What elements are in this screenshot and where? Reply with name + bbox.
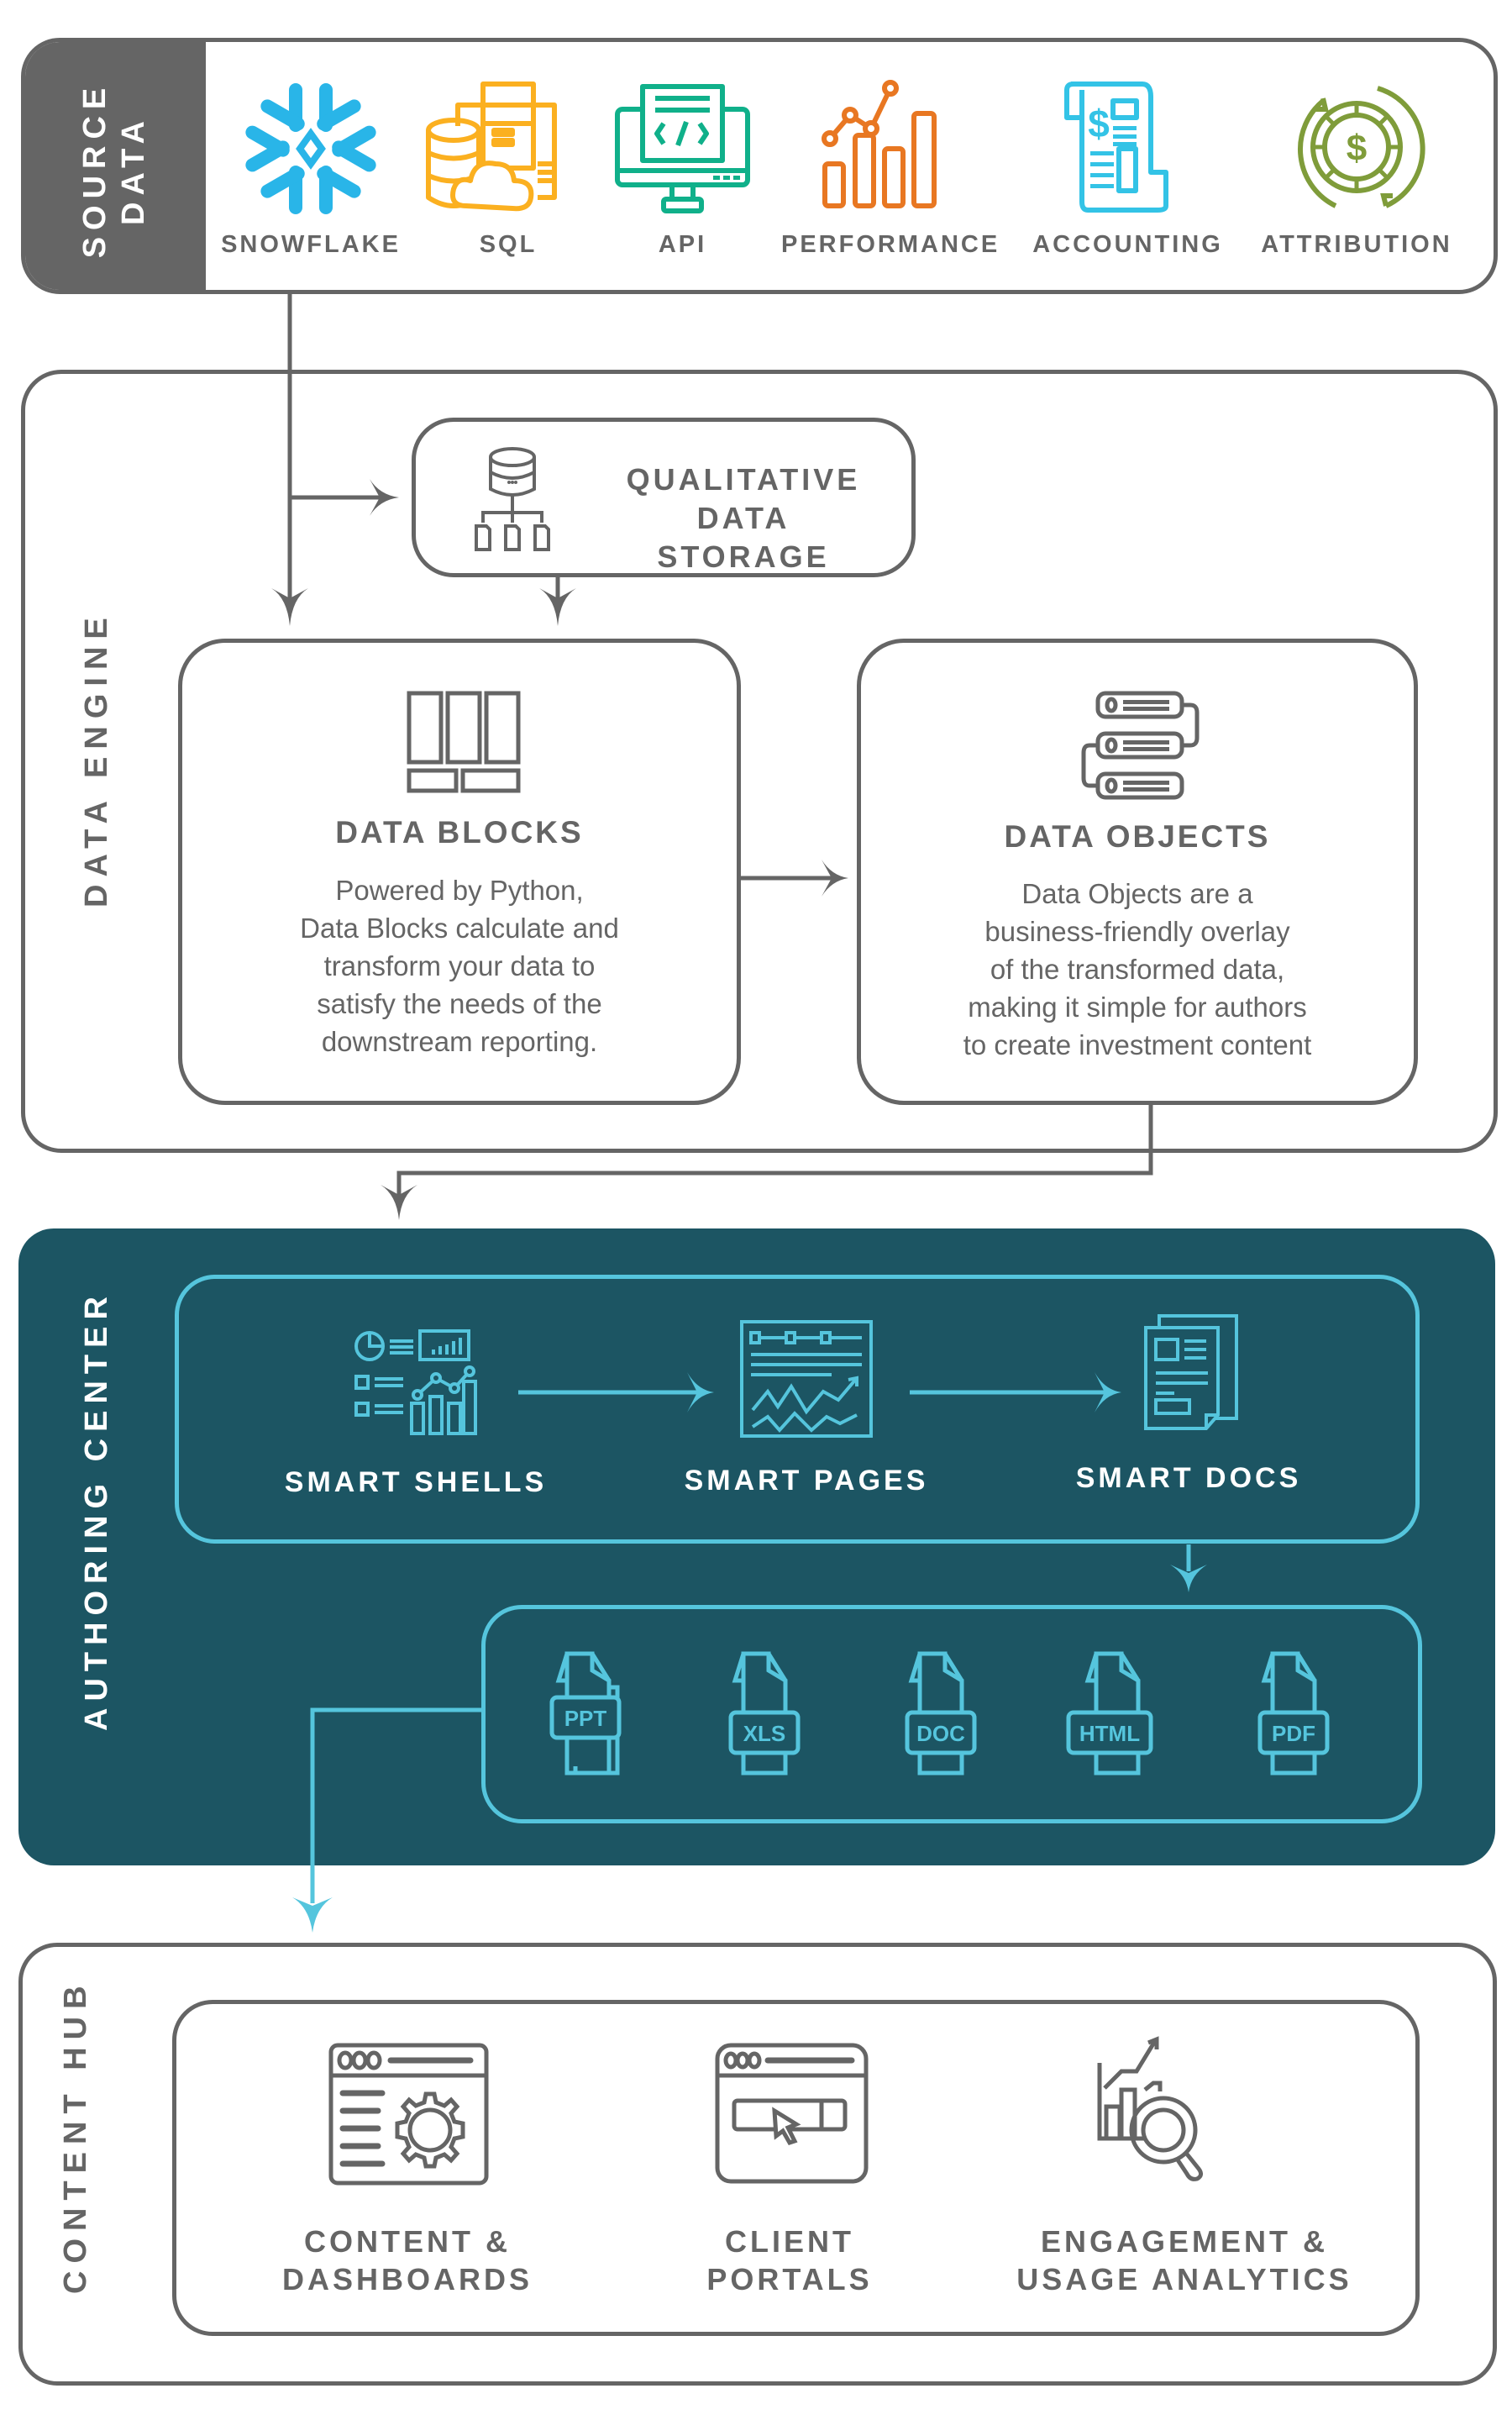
hub-label-line2: DASHBOARDS: [281, 2262, 533, 2296]
hub-item-content-dashboards[interactable]: CONTENT & DASHBOARDS: [277, 2042, 538, 2302]
documents-icon: [1144, 1314, 1238, 1430]
hub-label-line1: CONTENT &: [304, 2224, 511, 2259]
hub-label-line1: ENGAGEMENT &: [1040, 2224, 1328, 2259]
hub-item-client-portals[interactable]: CLIENT PORTALS: [672, 2042, 907, 2302]
output-formats-row: PPT XLS DOC HTML PDF: [533, 1647, 1373, 1781]
chart-magnifier-icon: [1097, 2036, 1204, 2181]
dashboard-widgets-icon: [354, 1329, 477, 1435]
format-file-ppt[interactable]: PPT: [533, 1647, 659, 1781]
file-ppt-icon: PPT: [549, 1651, 622, 1776]
format-label: PPT: [564, 1706, 607, 1731]
step-label: SMART DOCS: [1075, 1462, 1302, 1494]
browser-gear-icon: [328, 2043, 489, 2186]
format-file-pdf[interactable]: PDF: [1239, 1647, 1365, 1781]
step-label: SMART PAGES: [684, 1465, 929, 1497]
format-file-html[interactable]: HTML: [1063, 1647, 1189, 1781]
format-label: DOC: [916, 1721, 965, 1746]
browser-click-icon: [715, 2043, 869, 2184]
hub-label-line2: USAGE ANALYTICS: [1016, 2262, 1352, 2296]
file-xls-icon: XLS: [728, 1651, 801, 1776]
hub-item-label: ENGAGEMENT & USAGE ANALYTICS: [1008, 2223, 1361, 2298]
hub-label-line1: CLIENT: [725, 2224, 854, 2259]
file-doc-icon: DOC: [905, 1651, 977, 1776]
step-smart-docs[interactable]: SMART DOCS: [1054, 1314, 1323, 1512]
step-label: SMART SHELLS: [284, 1466, 548, 1498]
format-label: HTML: [1079, 1721, 1140, 1746]
format-label: XLS: [743, 1721, 786, 1746]
hub-item-label: CLIENT PORTALS: [672, 2223, 907, 2298]
format-label: PDF: [1272, 1721, 1315, 1746]
step-smart-shells[interactable]: SMART SHELLS: [277, 1319, 554, 1512]
hub-item-engagement-analytics[interactable]: ENGAGEMENT & USAGE ANALYTICS: [1008, 2033, 1361, 2302]
file-pdf-icon: PDF: [1257, 1651, 1330, 1776]
format-file-doc[interactable]: DOC: [886, 1647, 1012, 1781]
format-file-xls[interactable]: XLS: [710, 1647, 836, 1781]
flow-line-formats-out: [310, 1707, 483, 1903]
content-hub-label: CONTENT HUB: [58, 1978, 93, 2294]
hub-item-label: CONTENT & DASHBOARDS: [277, 2223, 538, 2298]
page-chart-icon: [740, 1320, 873, 1438]
step-smart-pages[interactable]: SMART PAGES: [672, 1319, 941, 1512]
hub-label-line2: PORTALS: [706, 2262, 873, 2296]
file-html-icon: HTML: [1066, 1651, 1153, 1776]
